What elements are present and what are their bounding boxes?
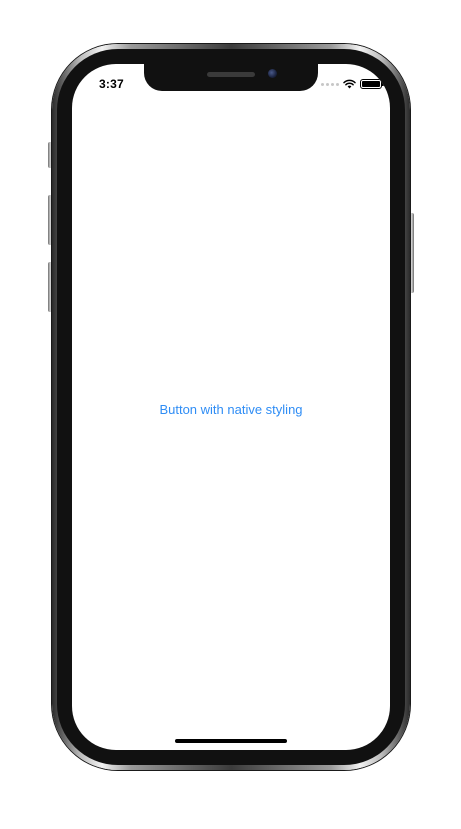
native-styled-button[interactable]: Button with native styling (72, 402, 390, 417)
battery-level-fill (362, 81, 380, 87)
notch (144, 64, 318, 91)
status-bar-icons (321, 78, 384, 90)
wifi-icon (343, 79, 356, 89)
earpiece-speaker (207, 72, 255, 77)
device-mockup: 3:37 Button with native styling (0, 0, 461, 829)
front-camera (268, 69, 277, 78)
cellular-signal-icon (321, 82, 339, 86)
status-bar-time: 3:37 (99, 77, 124, 91)
home-indicator[interactable] (175, 739, 287, 743)
device-screen: 3:37 Button with native styling (72, 64, 390, 750)
battery-icon (360, 79, 384, 89)
